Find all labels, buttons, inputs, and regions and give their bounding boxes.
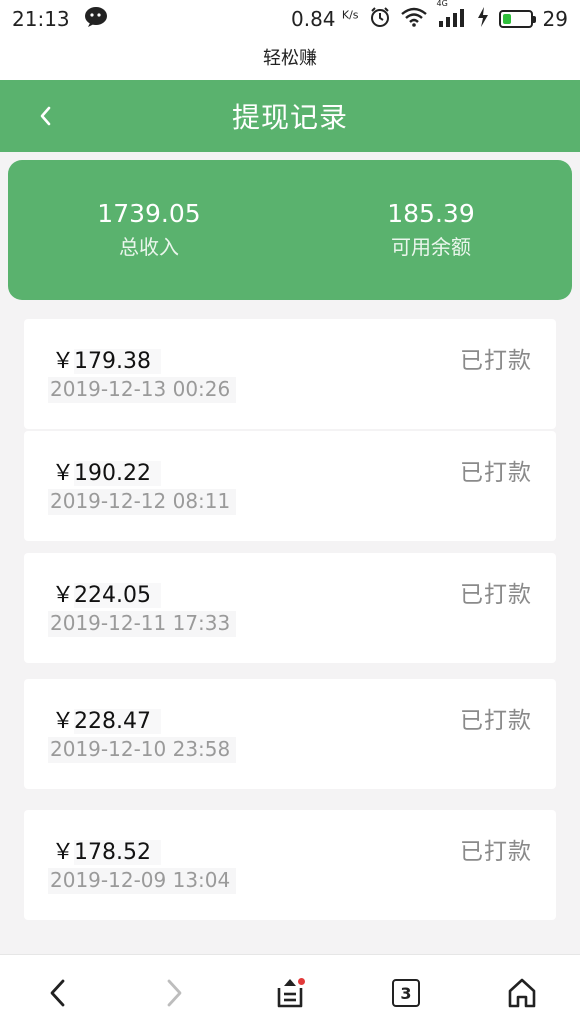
signal-icon: 4G	[437, 0, 467, 32]
nav-menu-button[interactable]	[265, 968, 315, 1018]
record-time: 2019-12-11 17:33	[48, 611, 237, 637]
record-status: 已打款	[460, 582, 532, 608]
bottom-nav: 3	[0, 954, 580, 1031]
record-time: 2019-12-12 08:11	[48, 489, 237, 515]
record-item[interactable]: ￥224.05 2019-12-11 17:33 已打款	[24, 553, 556, 663]
nav-home-button[interactable]	[497, 968, 547, 1018]
battery-level: 29	[542, 7, 568, 31]
total-income-label: 总收入	[119, 235, 179, 259]
available-balance-label: 可用余额	[391, 235, 471, 259]
record-amount: ￥228.47	[52, 703, 161, 735]
record-item[interactable]: ￥190.22 2019-12-12 08:11 已打款	[24, 431, 556, 541]
app-name: 轻松赚	[0, 38, 580, 80]
nav-back-button[interactable]	[33, 968, 83, 1018]
speed-value: 0.84	[291, 7, 336, 31]
amount-value: 190.22	[74, 461, 161, 486]
wifi-icon	[400, 7, 427, 32]
available-balance: 185.39 可用余额	[290, 160, 572, 300]
record-status: 已打款	[460, 460, 532, 486]
alarm-icon	[369, 6, 391, 33]
record-status: 已打款	[460, 348, 532, 374]
record-amount: ￥179.38	[52, 343, 161, 375]
available-balance-value: 185.39	[387, 199, 475, 228]
record-status: 已打款	[460, 708, 532, 734]
record-amount: ￥178.52	[52, 834, 161, 866]
currency-symbol: ￥	[52, 583, 75, 608]
record-amount: ￥190.22	[52, 455, 161, 487]
record-time: 2019-12-10 23:58	[48, 737, 237, 763]
currency-symbol: ￥	[52, 709, 75, 734]
currency-symbol: ￥	[52, 461, 75, 486]
battery-icon	[498, 10, 536, 28]
currency-symbol: ￥	[52, 840, 75, 865]
total-income-value: 1739.05	[97, 199, 201, 228]
total-income: 1739.05 总收入	[8, 160, 290, 300]
record-time: 2019-12-13 00:26	[48, 377, 237, 403]
amount-value: 179.38	[74, 349, 161, 374]
status-time: 21:13	[12, 7, 70, 31]
back-button[interactable]	[28, 98, 64, 134]
home-icon	[508, 978, 536, 1008]
tabs-count: 3	[392, 979, 420, 1007]
network-speed: 0.84 K/s	[291, 7, 359, 31]
header-bar: 提现记录	[0, 80, 580, 152]
speed-unit: K/s	[341, 8, 359, 22]
status-bar: 21:13 0.84 K/s 4G 29	[0, 0, 580, 38]
record-item[interactable]: ￥178.52 2019-12-09 13:04 已打款	[24, 810, 556, 920]
notification-dot	[298, 978, 305, 985]
summary-card: 1739.05 总收入 185.39 可用余额	[8, 160, 572, 300]
wechat-icon	[84, 6, 108, 33]
amount-value: 228.47	[74, 709, 161, 734]
record-status: 已打款	[460, 839, 532, 865]
currency-symbol: ￥	[52, 349, 75, 374]
page-title: 提现记录	[231, 101, 348, 134]
record-amount: ￥224.05	[52, 577, 161, 609]
record-item[interactable]: ￥228.47 2019-12-10 23:58 已打款	[24, 679, 556, 789]
nav-tabs-button[interactable]: 3	[381, 968, 431, 1018]
nav-forward-button[interactable]	[149, 968, 199, 1018]
chevron-left-icon	[50, 979, 65, 1007]
chevron-right-icon	[167, 979, 182, 1007]
amount-value: 224.05	[74, 583, 161, 608]
network-type: 4G	[436, 0, 448, 8]
record-time: 2019-12-09 13:04	[48, 868, 237, 894]
amount-value: 178.52	[74, 840, 161, 865]
chevron-left-icon	[40, 106, 51, 126]
charging-icon	[477, 6, 489, 32]
record-item[interactable]: ￥179.38 2019-12-13 00:26 已打款	[24, 319, 556, 429]
